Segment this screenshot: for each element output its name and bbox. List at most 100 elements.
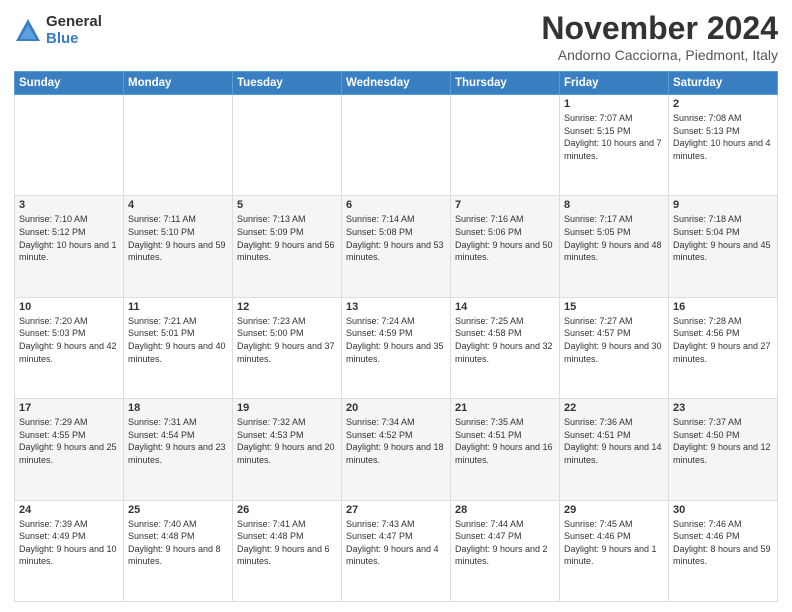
table-row: 21 Sunrise: 7:35 AM Sunset: 4:51 PM Dayli… xyxy=(451,399,560,500)
table-row xyxy=(451,95,560,196)
day-info: Sunrise: 7:37 AM Sunset: 4:50 PM Dayligh… xyxy=(673,416,773,466)
table-row: 15Sunrise: 7:27 AM Sunset: 4:57 PM Dayli… xyxy=(560,297,669,398)
table-row: 3 Sunrise: 7:10 AM Sunset: 5:12 PM Daylig… xyxy=(15,196,124,297)
day-number: 29 xyxy=(564,504,664,516)
col-monday: Monday xyxy=(124,72,233,95)
logo-general-text: General xyxy=(46,14,102,31)
table-row: 29Sunrise: 7:45 AM Sunset: 4:46 PM Dayli… xyxy=(560,500,669,601)
table-row: 8 Sunrise: 7:17 AM Sunset: 5:05 PM Daylig… xyxy=(560,196,669,297)
day-info: Sunrise: 7:28 AM Sunset: 4:56 PM Dayligh… xyxy=(673,315,773,365)
day-number: 27 xyxy=(346,504,446,516)
day-info: Sunrise: 7:14 AM Sunset: 5:08 PM Dayligh… xyxy=(346,213,446,263)
day-info: Sunrise: 7:35 AM Sunset: 4:51 PM Dayligh… xyxy=(455,416,555,466)
col-wednesday: Wednesday xyxy=(342,72,451,95)
day-info: Sunrise: 7:31 AM Sunset: 4:54 PM Dayligh… xyxy=(128,416,228,466)
logo-text: General Blue xyxy=(46,14,102,47)
day-number: 3 xyxy=(19,199,119,211)
table-row: 9 Sunrise: 7:18 AM Sunset: 5:04 PM Daylig… xyxy=(669,196,778,297)
day-number: 17 xyxy=(19,402,119,414)
day-number: 25 xyxy=(128,504,228,516)
table-row: 5 Sunrise: 7:13 AM Sunset: 5:09 PM Daylig… xyxy=(233,196,342,297)
calendar-week-row: 24Sunrise: 7:39 AM Sunset: 4:49 PM Dayli… xyxy=(15,500,778,601)
table-row: 30 Sunrise: 7:46 AM Sunset: 4:46 PM Dayli… xyxy=(669,500,778,601)
table-row: 24Sunrise: 7:39 AM Sunset: 4:49 PM Dayli… xyxy=(15,500,124,601)
day-number: 21 xyxy=(455,402,555,414)
day-number: 26 xyxy=(237,504,337,516)
day-info: Sunrise: 7:11 AM Sunset: 5:10 PM Dayligh… xyxy=(128,213,228,263)
table-row: 14 Sunrise: 7:25 AM Sunset: 4:58 PM Dayli… xyxy=(451,297,560,398)
subtitle: Andorno Cacciorna, Piedmont, Italy xyxy=(541,47,778,63)
calendar-header-row: Sunday Monday Tuesday Wednesday Thursday… xyxy=(15,72,778,95)
day-info: Sunrise: 7:44 AM Sunset: 4:47 PM Dayligh… xyxy=(455,518,555,568)
day-info: Sunrise: 7:41 AM Sunset: 4:48 PM Dayligh… xyxy=(237,518,337,568)
day-info: Sunrise: 7:18 AM Sunset: 5:04 PM Dayligh… xyxy=(673,213,773,263)
day-number: 12 xyxy=(237,301,337,313)
day-info: Sunrise: 7:32 AM Sunset: 4:53 PM Dayligh… xyxy=(237,416,337,466)
main-title: November 2024 xyxy=(541,10,778,47)
col-thursday: Thursday xyxy=(451,72,560,95)
table-row: 27 Sunrise: 7:43 AM Sunset: 4:47 PM Dayli… xyxy=(342,500,451,601)
table-row: 6 Sunrise: 7:14 AM Sunset: 5:08 PM Daylig… xyxy=(342,196,451,297)
day-number: 1 xyxy=(564,98,664,110)
day-info: Sunrise: 7:27 AM Sunset: 4:57 PM Dayligh… xyxy=(564,315,664,365)
day-info: Sunrise: 7:08 AM Sunset: 5:13 PM Dayligh… xyxy=(673,112,773,162)
table-row xyxy=(15,95,124,196)
day-info: Sunrise: 7:20 AM Sunset: 5:03 PM Dayligh… xyxy=(19,315,119,365)
logo-icon xyxy=(14,17,42,45)
day-info: Sunrise: 7:24 AM Sunset: 4:59 PM Dayligh… xyxy=(346,315,446,365)
table-row: 26 Sunrise: 7:41 AM Sunset: 4:48 PM Dayli… xyxy=(233,500,342,601)
day-number: 30 xyxy=(673,504,773,516)
table-row: 1 Sunrise: 7:07 AM Sunset: 5:15 PM Daylig… xyxy=(560,95,669,196)
day-number: 19 xyxy=(237,402,337,414)
day-info: Sunrise: 7:13 AM Sunset: 5:09 PM Dayligh… xyxy=(237,213,337,263)
day-info: Sunrise: 7:43 AM Sunset: 4:47 PM Dayligh… xyxy=(346,518,446,568)
day-number: 6 xyxy=(346,199,446,211)
day-number: 14 xyxy=(455,301,555,313)
day-info: Sunrise: 7:07 AM Sunset: 5:15 PM Dayligh… xyxy=(564,112,664,162)
day-number: 9 xyxy=(673,199,773,211)
day-info: Sunrise: 7:40 AM Sunset: 4:48 PM Dayligh… xyxy=(128,518,228,568)
logo: General Blue xyxy=(14,14,102,47)
table-row xyxy=(124,95,233,196)
day-number: 20 xyxy=(346,402,446,414)
calendar-week-row: 3 Sunrise: 7:10 AM Sunset: 5:12 PM Daylig… xyxy=(15,196,778,297)
col-friday: Friday xyxy=(560,72,669,95)
col-tuesday: Tuesday xyxy=(233,72,342,95)
day-number: 7 xyxy=(455,199,555,211)
title-area: November 2024 Andorno Cacciorna, Piedmon… xyxy=(541,10,778,63)
calendar-week-row: 17 Sunrise: 7:29 AM Sunset: 4:55 PM Dayli… xyxy=(15,399,778,500)
day-info: Sunrise: 7:46 AM Sunset: 4:46 PM Dayligh… xyxy=(673,518,773,568)
header: General Blue November 2024 Andorno Cacci… xyxy=(14,10,778,63)
table-row: 19 Sunrise: 7:32 AM Sunset: 4:53 PM Dayli… xyxy=(233,399,342,500)
day-number: 5 xyxy=(237,199,337,211)
table-row: 7 Sunrise: 7:16 AM Sunset: 5:06 PM Daylig… xyxy=(451,196,560,297)
table-row: 2 Sunrise: 7:08 AM Sunset: 5:13 PM Daylig… xyxy=(669,95,778,196)
day-info: Sunrise: 7:10 AM Sunset: 5:12 PM Dayligh… xyxy=(19,213,119,263)
calendar-week-row: 10Sunrise: 7:20 AM Sunset: 5:03 PM Dayli… xyxy=(15,297,778,398)
table-row: 4Sunrise: 7:11 AM Sunset: 5:10 PM Daylig… xyxy=(124,196,233,297)
table-row: 22 Sunrise: 7:36 AM Sunset: 4:51 PM Dayli… xyxy=(560,399,669,500)
day-number: 24 xyxy=(19,504,119,516)
col-saturday: Saturday xyxy=(669,72,778,95)
day-info: Sunrise: 7:16 AM Sunset: 5:06 PM Dayligh… xyxy=(455,213,555,263)
day-info: Sunrise: 7:34 AM Sunset: 4:52 PM Dayligh… xyxy=(346,416,446,466)
day-info: Sunrise: 7:25 AM Sunset: 4:58 PM Dayligh… xyxy=(455,315,555,365)
day-info: Sunrise: 7:29 AM Sunset: 4:55 PM Dayligh… xyxy=(19,416,119,466)
table-row: 11 Sunrise: 7:21 AM Sunset: 5:01 PM Dayli… xyxy=(124,297,233,398)
table-row: 16Sunrise: 7:28 AM Sunset: 4:56 PM Dayli… xyxy=(669,297,778,398)
day-number: 13 xyxy=(346,301,446,313)
table-row: 20 Sunrise: 7:34 AM Sunset: 4:52 PM Dayli… xyxy=(342,399,451,500)
table-row: 12Sunrise: 7:23 AM Sunset: 5:00 PM Dayli… xyxy=(233,297,342,398)
day-number: 8 xyxy=(564,199,664,211)
day-number: 28 xyxy=(455,504,555,516)
day-info: Sunrise: 7:17 AM Sunset: 5:05 PM Dayligh… xyxy=(564,213,664,263)
day-number: 2 xyxy=(673,98,773,110)
day-info: Sunrise: 7:36 AM Sunset: 4:51 PM Dayligh… xyxy=(564,416,664,466)
table-row: 28 Sunrise: 7:44 AM Sunset: 4:47 PM Dayli… xyxy=(451,500,560,601)
table-row: 17 Sunrise: 7:29 AM Sunset: 4:55 PM Dayli… xyxy=(15,399,124,500)
day-info: Sunrise: 7:21 AM Sunset: 5:01 PM Dayligh… xyxy=(128,315,228,365)
day-number: 22 xyxy=(564,402,664,414)
calendar-table: Sunday Monday Tuesday Wednesday Thursday… xyxy=(14,71,778,602)
table-row: 13 Sunrise: 7:24 AM Sunset: 4:59 PM Dayli… xyxy=(342,297,451,398)
day-number: 11 xyxy=(128,301,228,313)
